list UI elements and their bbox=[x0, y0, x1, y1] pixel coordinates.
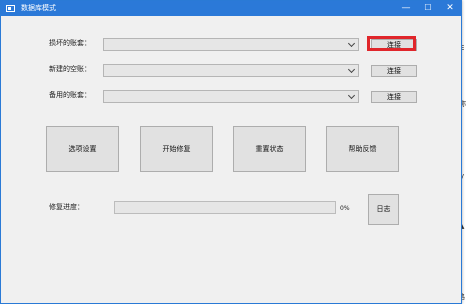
chevron-down-icon[interactable] bbox=[349, 93, 355, 99]
backup-account-select[interactable] bbox=[103, 90, 359, 103]
help-feedback-button[interactable]: 帮助反馈 bbox=[326, 126, 399, 172]
start-repair-button[interactable]: 开始修复 bbox=[140, 126, 213, 172]
app-window: 数据库模式 — ☐ ✕ 损坏的账套： 连接 新建的空账： 连接 备用的账套： 连… bbox=[0, 0, 462, 304]
chevron-down-icon[interactable] bbox=[349, 67, 355, 73]
connect-new-button[interactable]: 连接 bbox=[371, 65, 417, 77]
options-button[interactable]: 选项设置 bbox=[46, 126, 119, 172]
window-title: 数据库模式 bbox=[21, 4, 56, 12]
close-button[interactable]: ✕ bbox=[439, 1, 461, 16]
chevron-down-icon[interactable] bbox=[349, 41, 355, 47]
new-empty-account-label: 新建的空账： bbox=[49, 65, 91, 73]
title-bar[interactable]: 数据库模式 — ☐ ✕ bbox=[1, 1, 461, 16]
damaged-account-label: 损坏的账套： bbox=[49, 39, 91, 47]
damaged-account-select[interactable] bbox=[103, 38, 359, 51]
backup-account-label: 备用的账套： bbox=[49, 91, 91, 99]
new-empty-account-select[interactable] bbox=[103, 64, 359, 77]
progress-percent: 0% bbox=[340, 205, 350, 212]
repair-progress-bar bbox=[114, 201, 336, 214]
highlight-annotation bbox=[367, 36, 416, 51]
connect-backup-button[interactable]: 连接 bbox=[371, 91, 417, 103]
reset-status-button[interactable]: 重置状态 bbox=[233, 126, 306, 172]
log-button[interactable]: 日志 bbox=[368, 194, 399, 225]
repair-progress-label: 修复进度： bbox=[49, 203, 84, 211]
app-icon bbox=[6, 5, 15, 12]
maximize-button[interactable]: ☐ bbox=[417, 1, 439, 16]
minimize-button[interactable]: — bbox=[395, 1, 417, 16]
